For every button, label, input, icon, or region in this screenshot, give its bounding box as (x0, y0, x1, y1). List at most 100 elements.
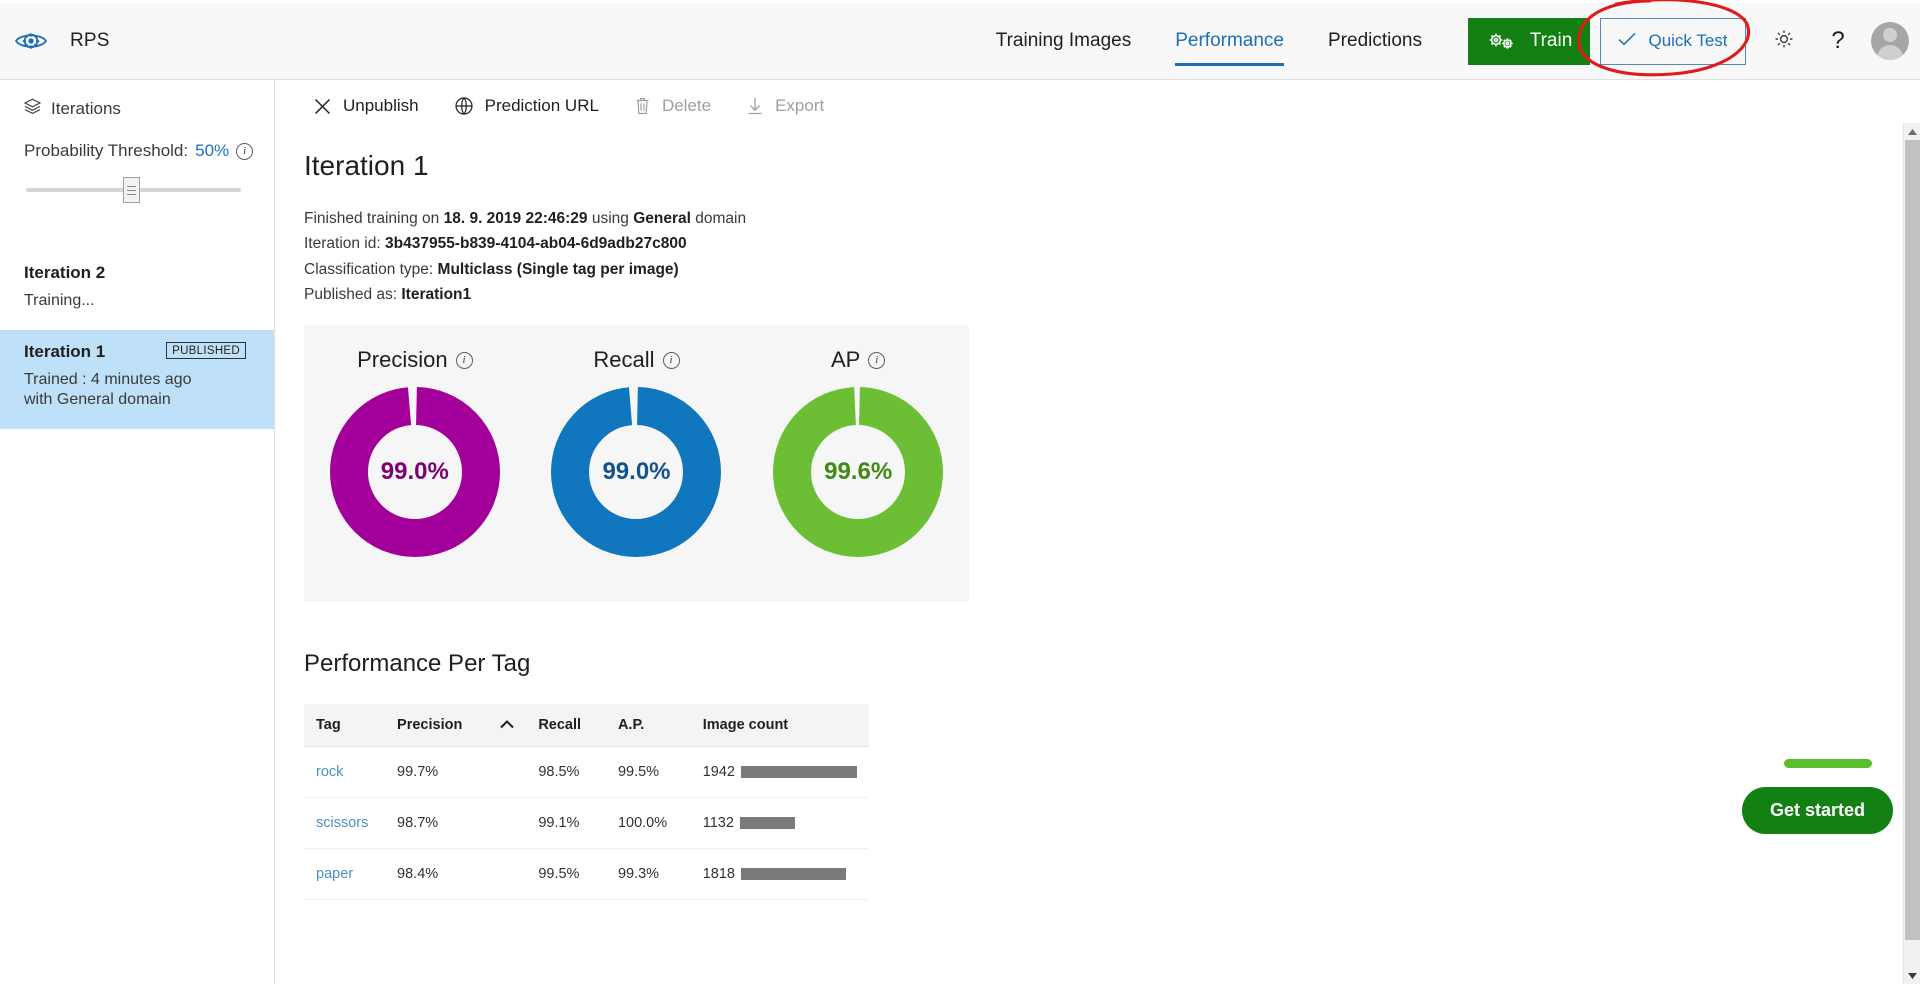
column-header-image-count[interactable]: Image count (690, 704, 869, 747)
iteration-list-item-1[interactable]: Iteration 1 PUBLISHED Trained : 4 minute… (0, 330, 274, 429)
download-arrow-icon (747, 97, 763, 115)
column-header-precision-label: Precision (397, 717, 463, 733)
unpublish-button[interactable]: Unpublish (296, 80, 437, 132)
info-icon[interactable]: i (236, 142, 254, 160)
sidebar-header-label: Iterations (51, 98, 121, 118)
table-row[interactable]: rock 99.7% 98.5% 99.5% 1942 (304, 746, 869, 798)
sidebar-header: Iterations (0, 80, 274, 119)
settings-button[interactable] (1762, 3, 1806, 80)
tab-performance[interactable]: Performance (1153, 3, 1306, 80)
info-icon[interactable]: i (455, 351, 473, 369)
checkmark-icon (1618, 31, 1636, 51)
iteration-list-item-2[interactable]: Iteration 2 Training... (0, 251, 274, 330)
image-count-value: 1132 (702, 815, 734, 831)
classification-value: Multiclass (Single tag per image) (437, 260, 679, 278)
metric-recall: Recall i 99.0% (530, 347, 743, 557)
column-header-ap[interactable]: A.P. (605, 704, 691, 747)
probability-threshold-row: Probability Threshold: 50% i (24, 141, 274, 161)
scroll-up-button[interactable] (1904, 123, 1920, 140)
question-mark-icon: ? (1831, 27, 1845, 54)
info-icon[interactable]: i (662, 351, 680, 369)
cell-precision: 98.4% (385, 848, 527, 900)
performance-per-tag-title: Performance Per Tag (304, 650, 531, 677)
vertical-scrollbar[interactable] (1903, 123, 1920, 984)
table-row[interactable]: scissors 98.7% 99.1% 100.0% 1132 (304, 797, 869, 849)
gear-icon (1773, 28, 1795, 55)
iteration-list: Iteration 2 Training... Iteration 1 PUBL… (0, 251, 274, 429)
iteration-id-value: 3b437955-b839-4104-ab04-6d9adb27c800 (385, 235, 687, 253)
cell-image-count: 1132 (690, 797, 869, 849)
cell-tag: paper (304, 848, 386, 900)
cell-precision: 99.7% (385, 746, 527, 798)
probability-threshold-slider[interactable] (26, 177, 241, 203)
slider-thumb[interactable] (122, 177, 140, 203)
recall-donut-chart: 99.0% (551, 387, 722, 557)
cell-recall: 99.5% (526, 848, 606, 900)
table-body: rock 99.7% 98.5% 99.5% 1942 scissors 98.… (304, 746, 869, 900)
cell-ap: 99.3% (605, 848, 691, 900)
unpublish-label: Unpublish (343, 96, 419, 115)
metric-precision: Precision i 99.0% (308, 347, 521, 557)
column-header-recall[interactable]: Recall (526, 704, 606, 747)
trash-icon (635, 97, 650, 115)
finished-suffix: domain (690, 210, 747, 227)
finished-date: 18. 9. 2019 22:46:29 (443, 210, 588, 227)
recall-value: 99.0% (602, 458, 671, 485)
brand[interactable]: RPS (14, 24, 110, 58)
help-button[interactable]: ? (1816, 3, 1860, 80)
get-started-button[interactable]: Get started (1741, 787, 1893, 834)
metrics-panel: Precision i 99.0% Recall i 99.0% AP i 99… (304, 325, 969, 602)
iteration-title: Iteration 1 (24, 342, 106, 361)
prediction-url-label: Prediction URL (484, 96, 599, 115)
probability-threshold-value: 50% (195, 141, 230, 160)
project-name: RPS (70, 30, 110, 51)
classification-type-line: Classification type: Multiclass (Single … (304, 257, 1906, 282)
table-row[interactable]: paper 98.4% 99.5% 99.3% 1818 (304, 848, 869, 900)
quick-test-label: Quick Test (1648, 31, 1728, 50)
cell-tag: scissors (304, 797, 386, 849)
iteration-id-label: Iteration id: (304, 235, 385, 253)
delete-label: Delete (661, 96, 712, 115)
metric-ap-label: AP (830, 347, 861, 372)
scroll-down-button[interactable] (1904, 967, 1920, 984)
export-label: Export (775, 96, 825, 115)
tab-training-images[interactable]: Training Images (974, 3, 1154, 80)
iteration-status: Trained : 4 minutes ago with General dom… (24, 371, 192, 408)
get-started-progress-pill (1784, 759, 1872, 768)
eye-gear-logo-icon (14, 24, 48, 58)
column-header-precision[interactable]: Precision (385, 704, 527, 747)
column-header-tag[interactable]: Tag (304, 704, 386, 747)
prediction-url-button[interactable]: Prediction URL (437, 80, 617, 132)
quick-test-button[interactable]: Quick Test (1600, 17, 1746, 65)
close-x-icon (314, 98, 331, 115)
metric-precision-label: Precision (357, 347, 448, 372)
cell-recall: 98.5% (526, 746, 606, 798)
performance-page: Iteration 1 Finished training on 18. 9. … (276, 132, 1906, 900)
image-count-bar (741, 868, 846, 880)
cell-image-count: 1942 (690, 746, 869, 798)
account-button[interactable] (1860, 3, 1920, 80)
published-value: Iteration1 (401, 285, 472, 303)
column-header-ap-label: A.P. (617, 717, 645, 733)
metric-recall-label: Recall (593, 347, 655, 372)
performance-per-tag-table: Tag Precision Recall A.P. Image count ro… (304, 704, 869, 900)
top-app-bar: RPS Training Images Performance Predicti… (0, 3, 1920, 80)
export-button: Export (729, 80, 842, 132)
iteration-title: Iteration 2 (24, 263, 106, 282)
info-icon[interactable]: i (868, 351, 886, 369)
precision-donut-chart: 99.0% (329, 387, 500, 557)
probability-threshold-label: Probability Threshold: (24, 141, 189, 160)
image-count-value: 1818 (702, 866, 735, 882)
cell-tag: rock (304, 746, 386, 798)
tab-predictions[interactable]: Predictions (1306, 3, 1444, 80)
tag-link-rock[interactable]: rock (316, 764, 343, 780)
cell-image-count: 1818 (690, 848, 869, 900)
metric-precision-label-row: Precision i (308, 347, 521, 373)
tag-link-paper[interactable]: paper (316, 866, 353, 882)
domain-name: General (633, 210, 691, 227)
scrollbar-thumb[interactable] (1905, 140, 1920, 940)
metric-ap: AP i 99.6% (752, 347, 965, 557)
tag-link-scissors[interactable]: scissors (316, 815, 368, 831)
classification-label: Classification type: (304, 260, 438, 278)
train-button[interactable]: Train (1468, 17, 1590, 65)
